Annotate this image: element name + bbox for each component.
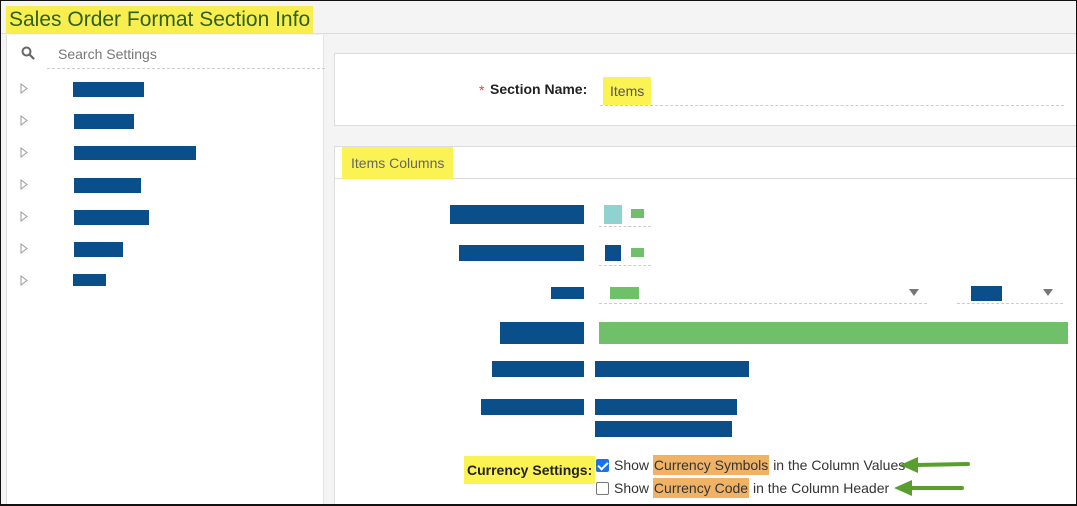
option-suffix: in the Column Header [752, 480, 890, 496]
field-underline [599, 303, 927, 304]
annotation-arrow-icon [894, 480, 964, 496]
dropdown-arrow-icon [909, 289, 919, 296]
app-window: Sales Order Format Section Info Search S… [0, 0, 1077, 506]
primary-dropdown[interactable] [599, 279, 927, 304]
show-currency-code-option[interactable]: Show Currency Code in the Column Header [596, 477, 889, 499]
field-label-redacted [459, 245, 584, 261]
show-currency-symbols-checkbox[interactable] [596, 458, 609, 472]
items-columns-title: Items Columns [342, 147, 454, 179]
show-currency-code-checkbox[interactable] [596, 481, 609, 495]
currency-settings-label: Currency Settings: [464, 456, 596, 484]
section-name-card: * Section Name: Items [334, 53, 1076, 126]
expand-caret-icon[interactable] [20, 243, 28, 254]
field-underline [599, 226, 651, 227]
section-name-label: Section Name: [490, 81, 588, 97]
expand-caret-icon[interactable] [20, 275, 28, 286]
dropdown-arrow-icon [1043, 289, 1053, 296]
search-settings-input[interactable] [47, 39, 325, 69]
field-value-redacted[interactable] [599, 322, 1068, 344]
field-label-redacted [492, 361, 584, 377]
field-value-redacted [595, 361, 749, 377]
sidebar-item-label-redacted [74, 114, 134, 129]
field-underline [957, 303, 1063, 304]
secondary-dropdown[interactable] [957, 279, 1063, 304]
field-value-redacted [595, 399, 737, 415]
sidebar-item-label-redacted [74, 178, 141, 193]
color-swatch[interactable] [604, 205, 622, 224]
annotation-arrow-icon [900, 457, 970, 473]
option-prefix: Show [614, 457, 650, 473]
sidebar-item-label-redacted [74, 146, 196, 160]
section-name-value: Items [603, 77, 652, 105]
items-columns-header: Items Columns [335, 147, 1076, 179]
sidebar-tree-item[interactable] [7, 204, 325, 230]
required-marker: * [479, 82, 485, 98]
field-underline [599, 265, 651, 266]
items-columns-card: Items Columns Currency Settings: Show Cu… [334, 146, 1076, 504]
show-currency-symbols-option[interactable]: Show Currency Symbols in the Column Valu… [596, 454, 905, 476]
option-prefix: Show [614, 480, 650, 496]
field-label-redacted [500, 322, 584, 344]
page-title: Sales Order Format Section Info [6, 6, 314, 34]
sidebar-tree-item[interactable] [7, 172, 325, 198]
sidebar-tree-item[interactable] [7, 268, 325, 294]
field-label-redacted [551, 287, 584, 299]
option-highlight: Currency Symbols [652, 455, 770, 475]
search-row [7, 35, 325, 69]
title-bar: Sales Order Format Section Info [1, 1, 1076, 34]
expand-caret-icon[interactable] [20, 211, 28, 222]
color-value-redacted [631, 248, 644, 257]
section-name-input[interactable]: Items [600, 74, 1064, 106]
expand-caret-icon[interactable] [20, 115, 28, 126]
expand-caret-icon[interactable] [20, 147, 28, 158]
sidebar-item-label-redacted [74, 242, 123, 257]
field-value-redacted [595, 421, 732, 437]
search-icon [21, 46, 35, 60]
expand-caret-icon[interactable] [20, 179, 28, 190]
settings-sidebar [6, 35, 325, 504]
sidebar-tree-item[interactable] [7, 140, 325, 166]
field-label-redacted [481, 399, 584, 415]
sidebar-tree-item[interactable] [7, 108, 325, 134]
option-highlight: Currency Code [652, 478, 750, 498]
option-suffix: in the Column Values [773, 457, 906, 473]
field-label-redacted [450, 205, 584, 224]
color-value-redacted [631, 209, 644, 218]
sidebar-item-label-redacted [74, 210, 149, 225]
sidebar-tree-item[interactable] [7, 76, 325, 102]
dropdown-value-redacted [610, 287, 639, 299]
expand-caret-icon[interactable] [20, 83, 28, 94]
dropdown-value-redacted [971, 286, 1002, 301]
sidebar-item-label-redacted [73, 82, 144, 97]
sidebar-tree-item[interactable] [7, 236, 325, 262]
color-swatch[interactable] [605, 245, 621, 261]
sidebar-item-label-redacted [73, 274, 106, 286]
